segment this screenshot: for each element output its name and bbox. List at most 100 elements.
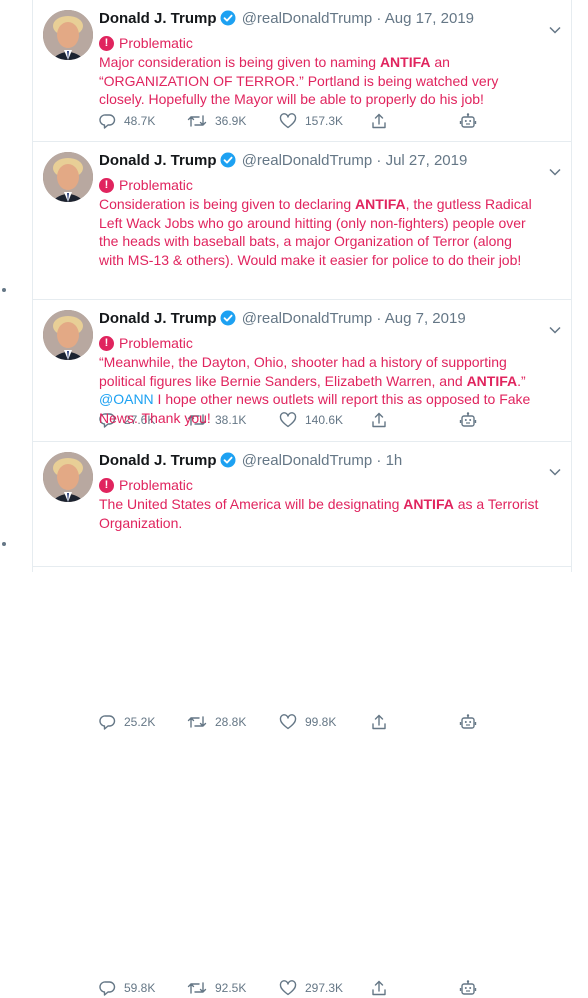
bot-button[interactable] [459, 112, 485, 130]
share-icon [372, 714, 386, 730]
reply-icon [99, 981, 116, 996]
bot-button[interactable] [459, 713, 485, 731]
timestamp[interactable]: Jul 27, 2019 [386, 152, 468, 169]
caret-down-icon[interactable] [549, 21, 561, 39]
avatar[interactable] [43, 152, 93, 202]
keyword-highlight: ANTIFA [379, 54, 431, 70]
reply-icon [99, 715, 116, 730]
caret-down-icon[interactable] [549, 163, 561, 181]
caret-down-icon[interactable] [549, 321, 561, 339]
author-handle[interactable]: @realDonaldTrump [242, 152, 373, 169]
bot-button[interactable] [459, 979, 485, 997]
retweet-button[interactable]: 36.9K [187, 113, 246, 129]
share-button[interactable] [371, 980, 395, 996]
tweet[interactable]: Donald J. Trump @realDonaldTrump · Jul 2… [33, 142, 571, 428]
like-button[interactable]: 157.3K [279, 113, 343, 129]
flag-label: ! Problematic [99, 476, 539, 494]
author-handle[interactable]: @realDonaldTrump [242, 10, 373, 27]
avatar[interactable] [43, 310, 93, 360]
bot-icon [459, 980, 477, 995]
author-name[interactable]: Donald J. Trump [99, 152, 217, 169]
separator: · [376, 310, 382, 327]
author-name[interactable]: Donald J. Trump [99, 10, 217, 27]
like-count: 297.3K [305, 981, 344, 995]
verified-badge-icon [220, 310, 236, 332]
tweet-text: “Meanwhile, the Dayton, Ohio, shooter ha… [99, 353, 539, 427]
share-button[interactable] [371, 113, 395, 129]
flag-label: ! Problematic [99, 334, 539, 352]
reply-count: 48.7K [124, 114, 156, 128]
text-segment: The United States of America will be des… [99, 496, 404, 512]
action-bar: 25.2K 28.8K 99.8K [99, 712, 489, 732]
separator: · [376, 152, 382, 169]
separator: · [376, 452, 382, 469]
reply-button[interactable]: 48.7K [99, 113, 155, 129]
tweet[interactable]: Donald J. Trump @realDonaldTrump · 1h ! … [33, 442, 571, 996]
timeline: Donald J. Trump @realDonaldTrump · Aug 1… [32, 0, 572, 996]
action-bar: 59.8K 92.5K 297.3K [99, 978, 489, 998]
share-button[interactable] [371, 714, 395, 730]
flag-text: Problematic [119, 177, 193, 193]
action-bar: 48.7K 36.9K 157.3K [99, 111, 489, 131]
like-count: 157.3K [305, 114, 344, 128]
verified-badge-icon [220, 152, 236, 174]
caret-down-icon[interactable] [549, 463, 561, 481]
keyword-highlight: ANTIFA [466, 372, 518, 389]
flag-text: Problematic [119, 335, 193, 351]
like-icon [279, 714, 297, 730]
edge-marker [2, 288, 6, 292]
text-segment: .” [517, 372, 526, 389]
tweet-text: The United States of America will be des… [99, 495, 539, 532]
flag-text: Problematic [119, 477, 193, 493]
retweet-count: 92.5K [215, 981, 247, 995]
text-segment: Consideration is being given to declarin… [99, 196, 356, 212]
share-icon [372, 113, 386, 129]
avatar[interactable] [43, 10, 93, 60]
bot-icon [459, 113, 477, 128]
like-button[interactable]: 297.3K [279, 980, 343, 996]
text-segment: Major consideration is being given to na… [99, 54, 380, 70]
author-name[interactable]: Donald J. Trump [99, 452, 217, 469]
flag-label: ! Problematic [99, 176, 539, 194]
reply-button[interactable]: 25.2K [99, 714, 155, 730]
warning-icon: ! [99, 335, 114, 351]
timestamp[interactable]: 1h [386, 452, 403, 469]
warning-icon: ! [99, 477, 114, 493]
separator: · [376, 10, 382, 27]
reply-count: 25.2K [124, 715, 156, 729]
text-segment: “Meanwhile, the Dayton, Ohio, shooter ha… [99, 354, 507, 389]
warning-icon: ! [99, 35, 114, 51]
timestamp[interactable]: Aug 7, 2019 [385, 310, 466, 327]
avatar[interactable] [43, 452, 93, 502]
like-count: 99.8K [305, 715, 337, 729]
warning-icon: ! [99, 177, 114, 193]
tweet[interactable]: Donald J. Trump @realDonaldTrump · Aug 1… [33, 0, 571, 142]
keyword-highlight: ANTIFA [403, 496, 454, 512]
mention-link[interactable]: @OANN [99, 391, 154, 407]
retweet-count: 36.9K [215, 114, 247, 128]
like-button[interactable]: 99.8K [279, 714, 336, 730]
timestamp[interactable]: Aug 17, 2019 [385, 10, 474, 27]
tweet-text: Consideration is being given to declarin… [99, 195, 539, 269]
reply-button[interactable]: 59.8K [99, 980, 155, 996]
text-segment: I hope other news outlets will report th… [99, 391, 531, 426]
author-name[interactable]: Donald J. Trump [99, 310, 217, 327]
retweet-icon [187, 115, 207, 127]
tweet[interactable]: Donald J. Trump @realDonaldTrump · Aug 7… [33, 300, 571, 730]
author-handle[interactable]: @realDonaldTrump [242, 310, 373, 327]
bot-icon [459, 714, 477, 729]
like-icon [279, 113, 297, 129]
flag-label: ! Problematic [99, 34, 539, 52]
retweet-button[interactable]: 28.8K [187, 714, 246, 730]
verified-badge-icon [220, 10, 236, 32]
retweet-icon [187, 982, 207, 994]
retweet-count: 28.8K [215, 715, 247, 729]
retweet-button[interactable]: 92.5K [187, 980, 246, 996]
flag-text: Problematic [119, 35, 193, 51]
verified-badge-icon [220, 452, 236, 474]
reply-count: 59.8K [124, 981, 156, 995]
author-handle[interactable]: @realDonaldTrump [242, 452, 373, 469]
edge-marker [2, 542, 6, 546]
tweet-text: Major consideration is being given to na… [99, 53, 539, 109]
reply-icon [99, 114, 116, 129]
